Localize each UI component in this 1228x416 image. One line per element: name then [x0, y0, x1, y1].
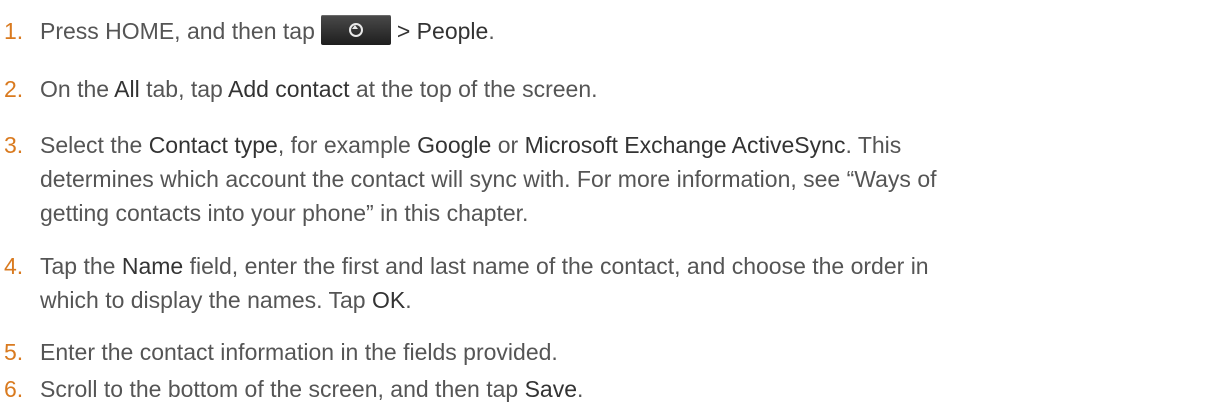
save-label: Save	[524, 376, 578, 402]
step-text-part: .	[488, 18, 495, 44]
step-text-part: Scroll to the bottom of the screen, and …	[40, 376, 525, 402]
all-apps-icon	[320, 14, 391, 45]
step-line: which to display the names. Tap OK.	[40, 283, 1200, 317]
step-number: 1.	[4, 18, 24, 44]
step-text-part: . This	[845, 132, 902, 158]
step-text-part: which to display the names. Tap	[40, 287, 372, 313]
step-number: 3.	[4, 132, 24, 158]
step-text: On the All tab, tap Add contact at the t…	[40, 72, 1200, 106]
exchange-label: Microsoft Exchange ActiveSync	[524, 132, 846, 158]
step-line: determines which account the contact wil…	[40, 166, 937, 192]
step-text-part: .	[405, 287, 412, 313]
step-text-part: On the	[40, 76, 115, 102]
name-field-label: Name	[121, 253, 184, 279]
up-arrow-icon	[351, 24, 358, 29]
add-contact-label: Add contact	[227, 76, 350, 102]
step-number: 2.	[4, 76, 24, 102]
step-text: Select the Contact type, for example Goo…	[40, 128, 1200, 230]
step-line: getting contacts into your phone” in thi…	[40, 200, 529, 226]
contact-type-label: Contact type	[148, 132, 278, 158]
step-text-part: , for example	[277, 132, 418, 158]
step-text-part: .	[577, 376, 584, 402]
step-number: 6.	[4, 376, 24, 402]
step-text-part: Press HOME, and then tap	[40, 18, 315, 44]
step-text-part: Select the	[40, 132, 149, 158]
step-text-part: at the top of the screen.	[349, 76, 598, 102]
all-tab-label: All	[114, 76, 140, 102]
step-number: 4.	[4, 253, 24, 279]
step-text-part: or	[491, 132, 525, 158]
ok-label: OK	[371, 287, 406, 313]
step-text: Scroll to the bottom of the screen, and …	[40, 372, 1200, 406]
step-text-part: field, enter the first and last name of …	[183, 253, 929, 279]
people-label: > People	[396, 18, 489, 44]
step-line: Tap the Name field, enter the first and …	[40, 249, 1200, 283]
step-text-part: tab, tap	[139, 76, 228, 102]
google-label: Google	[417, 132, 492, 158]
step-text: Tap the Name field, enter the first and …	[40, 249, 1200, 317]
step-text: Press HOME, and then tap > People.	[40, 14, 1200, 48]
step-text-part: Tap the	[40, 253, 122, 279]
step-text: Enter the contact information in the fie…	[40, 339, 558, 365]
step-line: Select the Contact type, for example Goo…	[40, 128, 1200, 162]
step-number: 5.	[4, 339, 24, 365]
